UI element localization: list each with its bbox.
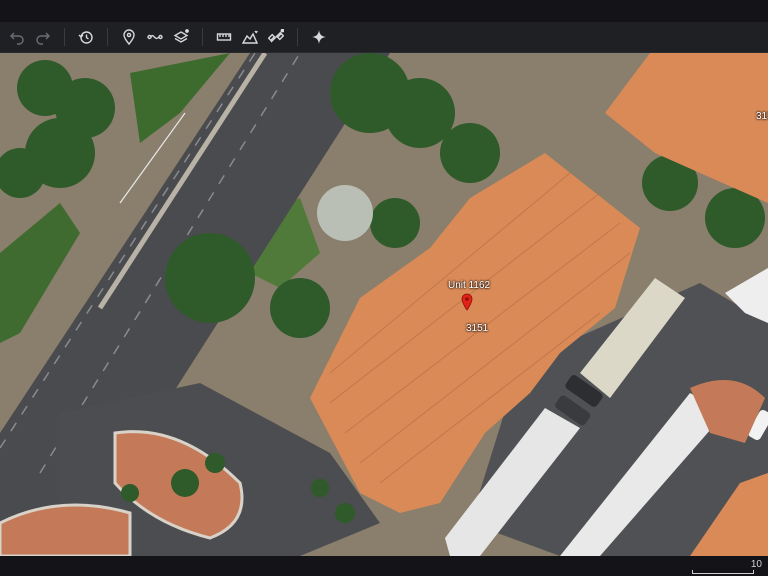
redo-icon [36, 32, 50, 45]
layers-icon [173, 29, 189, 43]
history-button[interactable] [73, 24, 99, 50]
history-icon [78, 31, 93, 44]
undo-icon [10, 32, 24, 45]
toolbar-divider [297, 28, 298, 46]
edge-number-label: 315 [756, 111, 768, 122]
satellite-button[interactable] [263, 24, 289, 50]
ruler-icon [216, 33, 232, 41]
sparkle-button[interactable] [306, 24, 332, 50]
toolbar-divider [64, 28, 65, 46]
redo-button[interactable] [30, 24, 56, 50]
add-placemark-button[interactable] [116, 24, 142, 50]
ruler-button[interactable] [211, 24, 237, 50]
elevation-button[interactable] [237, 24, 263, 50]
elevation-icon [242, 30, 258, 44]
add-placemark-icon [123, 29, 135, 45]
toolbar-divider [107, 28, 108, 46]
layers-button[interactable] [168, 24, 194, 50]
unit-label: Unit 1162 [448, 280, 491, 291]
toolbar-divider [202, 28, 203, 46]
status-bar: 10 [0, 556, 768, 576]
title-bar [0, 0, 768, 22]
scale-label: 10 [750, 559, 762, 570]
scale-bar [692, 570, 754, 574]
sparkle-icon [312, 30, 326, 44]
undo-button[interactable] [4, 24, 30, 50]
satellite-icon [268, 29, 284, 43]
toolbar [0, 22, 768, 53]
building-number-label: 3151 [466, 323, 489, 334]
add-path-button[interactable] [142, 24, 168, 50]
satellite-map-view[interactable]: Unit 1162 3151 315 [0, 53, 768, 556]
satellite-imagery [0, 53, 768, 556]
add-path-icon [147, 34, 163, 40]
